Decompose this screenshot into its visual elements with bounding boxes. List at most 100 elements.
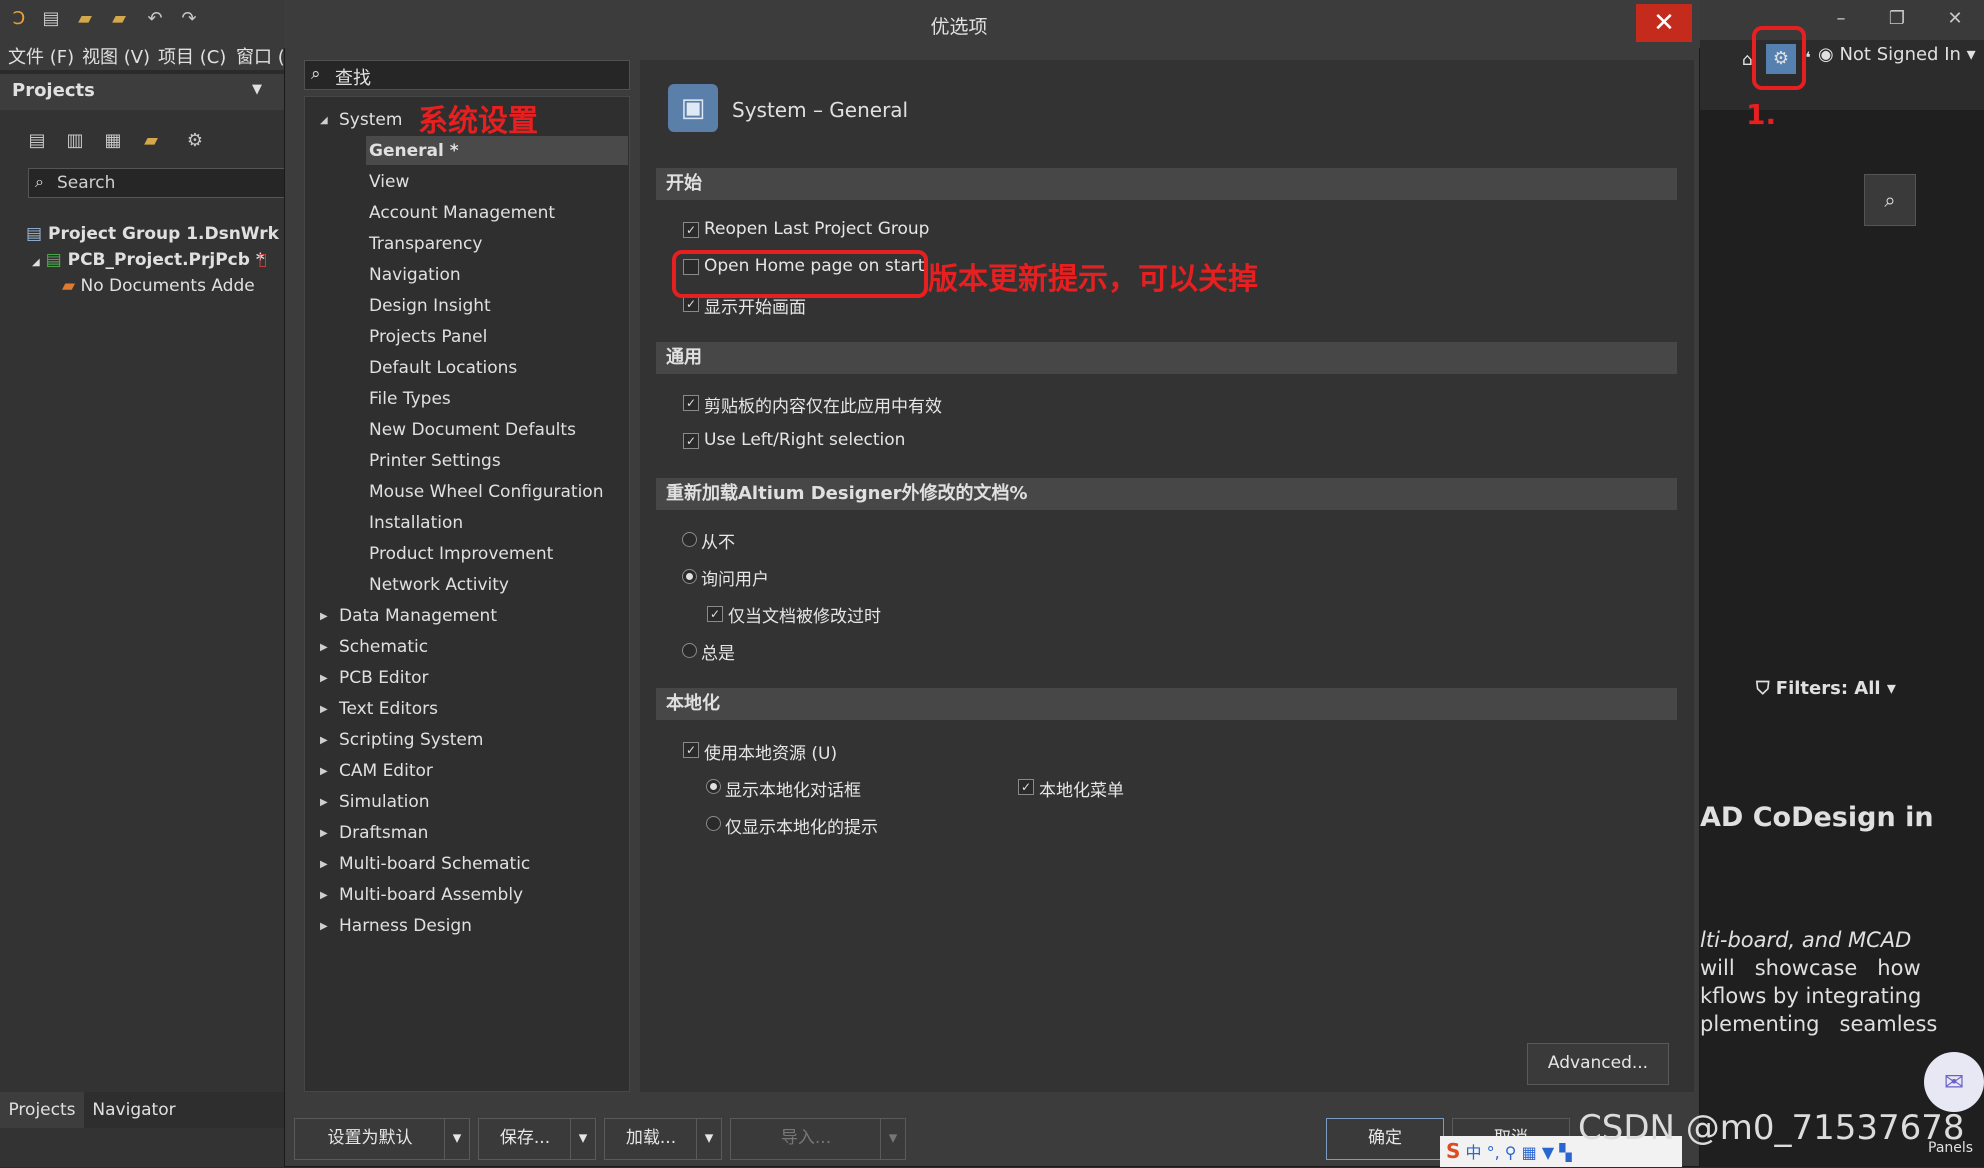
radio-reload-ask[interactable] — [682, 569, 697, 584]
section-header-start: 开始 — [656, 168, 1677, 200]
modified-doc-icon: ▯ — [258, 250, 268, 270]
nav-item-general[interactable]: General * — [369, 141, 459, 161]
nav-item-multi-board-schematic[interactable]: Multi-board Schematic — [339, 854, 530, 874]
section-header-general: 通用 — [656, 342, 1677, 374]
nav-item-file-types[interactable]: File Types — [369, 389, 451, 409]
nav-item-system[interactable]: System — [339, 110, 402, 130]
expand-arrow-icon[interactable]: ▶ — [320, 704, 328, 715]
expand-arrow-icon[interactable]: ▶ — [320, 673, 328, 684]
expand-arrow-icon[interactable]: ▶ — [320, 890, 328, 901]
radio-hints-only[interactable] — [706, 816, 721, 831]
nav-item-scripting-system[interactable]: Scripting System — [339, 730, 483, 750]
ok-button[interactable]: 确定 — [1326, 1118, 1444, 1160]
nav-item-new-document-defaults[interactable]: New Document Defaults — [369, 420, 576, 440]
expand-arrow-icon[interactable]: ◢ — [32, 257, 40, 268]
radio-show-localized-dialogs[interactable] — [706, 779, 721, 794]
open-project-icon[interactable]: ▰ — [108, 8, 130, 30]
save-icon[interactable]: ▤ — [26, 130, 48, 152]
nav-item-text-editors[interactable]: Text Editors — [339, 699, 438, 719]
save-button[interactable]: 保存... — [478, 1118, 572, 1160]
nav-item-data-management[interactable]: Data Management — [339, 606, 497, 626]
set-default-button[interactable]: 设置为默认 — [294, 1118, 446, 1160]
nav-item-pcb-editor[interactable]: PCB Editor — [339, 668, 429, 688]
menu-window[interactable]: 窗口 ( — [236, 43, 285, 69]
expand-arrow-icon[interactable]: ▶ — [320, 766, 328, 777]
expand-arrow-icon[interactable]: ▶ — [320, 859, 328, 870]
tab-projects[interactable]: Projects — [0, 1092, 84, 1128]
filters-dropdown[interactable]: ⛉ Filters: All ▾ — [1756, 678, 1896, 699]
dialog-close-button[interactable]: ✕ — [1636, 4, 1692, 42]
account-menu[interactable]: ◉ Not Signed In ▾ — [1818, 44, 1976, 65]
minimize-icon[interactable]: – — [1830, 8, 1852, 30]
menu-view[interactable]: 视图 (V) — [82, 43, 150, 69]
nav-item-product-improvement[interactable]: Product Improvement — [369, 544, 553, 564]
load-button[interactable]: 加载... — [604, 1118, 698, 1160]
ime-skin-icon: ▼ — [1541, 1143, 1555, 1162]
menu-project[interactable]: 项目 (C) — [158, 43, 226, 69]
nav-item-projects-panel[interactable]: Projects Panel — [369, 327, 487, 347]
projects-search-input[interactable]: ⌕ Search — [28, 168, 286, 198]
nav-item-network-activity[interactable]: Network Activity — [369, 575, 509, 595]
load-dropdown-chevron-icon[interactable]: ▾ — [696, 1118, 722, 1160]
nav-item-schematic[interactable]: Schematic — [339, 637, 428, 657]
close-doc-icon[interactable]: ▦ — [102, 130, 124, 152]
tree-row-pcb-project[interactable]: ◢ ▤ PCB_Project.PrjPcb * ▯ — [32, 250, 268, 270]
nav-item-simulation[interactable]: Simulation — [339, 792, 430, 812]
compile-icon[interactable]: ▥ — [64, 130, 86, 152]
expand-arrow-icon[interactable]: ▶ — [320, 828, 328, 839]
menu-file[interactable]: 文件 (F) — [8, 43, 74, 69]
tab-navigator[interactable]: Navigator — [86, 1092, 182, 1128]
preferences-search-input[interactable]: ⌕ 查找 — [304, 60, 630, 90]
app-close-icon[interactable]: ✕ — [1944, 8, 1966, 30]
nav-item-draftsman[interactable]: Draftsman — [339, 823, 428, 843]
news-body-line: lti-board, and MCAD — [1700, 928, 1912, 952]
nav-item-harness-design[interactable]: Harness Design — [339, 916, 472, 936]
nav-item-mouse-wheel[interactable]: Mouse Wheel Configuration — [369, 482, 603, 502]
project-settings-gear-icon[interactable]: ⚙ — [184, 130, 206, 152]
nav-item-multi-board-assembly[interactable]: Multi-board Assembly — [339, 885, 523, 905]
restore-icon[interactable]: ❐ — [1886, 8, 1908, 30]
save-dropdown-chevron-icon[interactable]: ▾ — [570, 1118, 596, 1160]
expand-arrow-icon[interactable]: ▶ — [320, 735, 328, 746]
folder-icon[interactable]: ▰ — [140, 130, 162, 152]
checkbox-use-localized[interactable]: ✓ — [683, 742, 699, 758]
nav-item-printer-settings[interactable]: Printer Settings — [369, 451, 501, 471]
import-dropdown-chevron-icon[interactable]: ▾ — [880, 1118, 906, 1160]
nav-item-account-management[interactable]: Account Management — [369, 203, 555, 223]
nav-item-default-locations[interactable]: Default Locations — [369, 358, 517, 378]
nav-item-cam-editor[interactable]: CAM Editor — [339, 761, 433, 781]
import-button[interactable]: 导入... — [730, 1118, 882, 1160]
panel-menu-chevron-icon[interactable]: ▼ — [252, 82, 262, 97]
option-label-local-menu: 本地化菜单 — [1039, 781, 1124, 801]
checkbox-only-if-modified[interactable]: ✓ — [707, 606, 723, 622]
nav-item-design-insight[interactable]: Design Insight — [369, 296, 491, 316]
open-folder-icon[interactable]: ▰ — [74, 8, 96, 30]
news-headline: AD CoDesign in — [1700, 802, 1934, 833]
nav-item-installation[interactable]: Installation — [369, 513, 463, 533]
chat-assistant-icon[interactable]: ✉ — [1924, 1052, 1984, 1112]
home-search-icon[interactable]: ⌕ — [1864, 174, 1916, 226]
checkbox-reopen-last-project[interactable]: ✓ — [683, 222, 699, 238]
redo-icon[interactable]: ↷ — [178, 8, 200, 30]
advanced-button[interactable]: Advanced... — [1527, 1043, 1669, 1085]
nav-item-navigation[interactable]: Navigation — [369, 265, 461, 285]
expand-arrow-icon[interactable]: ▶ — [320, 921, 328, 932]
collapse-arrow-icon[interactable]: ◢ — [320, 115, 328, 126]
nav-item-transparency[interactable]: Transparency — [369, 234, 482, 254]
checkbox-clipboard-local[interactable]: ✓ — [683, 395, 699, 411]
nav-item-view[interactable]: View — [369, 172, 409, 192]
checkbox-show-splash[interactable]: ✓ — [683, 296, 699, 312]
tree-row-project-group[interactable]: ▤ Project Group 1.DsnWrk — [26, 224, 279, 244]
tree-row-no-documents[interactable]: ▰ No Documents Adde — [62, 276, 255, 296]
checkbox-left-right-selection[interactable]: ✓ — [683, 433, 699, 449]
radio-reload-always[interactable] — [682, 643, 697, 658]
expand-arrow-icon[interactable]: ▶ — [320, 642, 328, 653]
undo-icon[interactable]: ↶ — [144, 8, 166, 30]
radio-reload-never[interactable] — [682, 532, 697, 547]
expand-arrow-icon[interactable]: ▶ — [320, 611, 328, 622]
set-default-dropdown-chevron-icon[interactable]: ▾ — [444, 1118, 470, 1160]
system-general-icon: ▣ — [668, 84, 718, 132]
checkbox-localized-menus[interactable]: ✓ — [1018, 779, 1034, 795]
save-all-icon[interactable]: ▤ — [40, 8, 62, 30]
expand-arrow-icon[interactable]: ▶ — [320, 797, 328, 808]
